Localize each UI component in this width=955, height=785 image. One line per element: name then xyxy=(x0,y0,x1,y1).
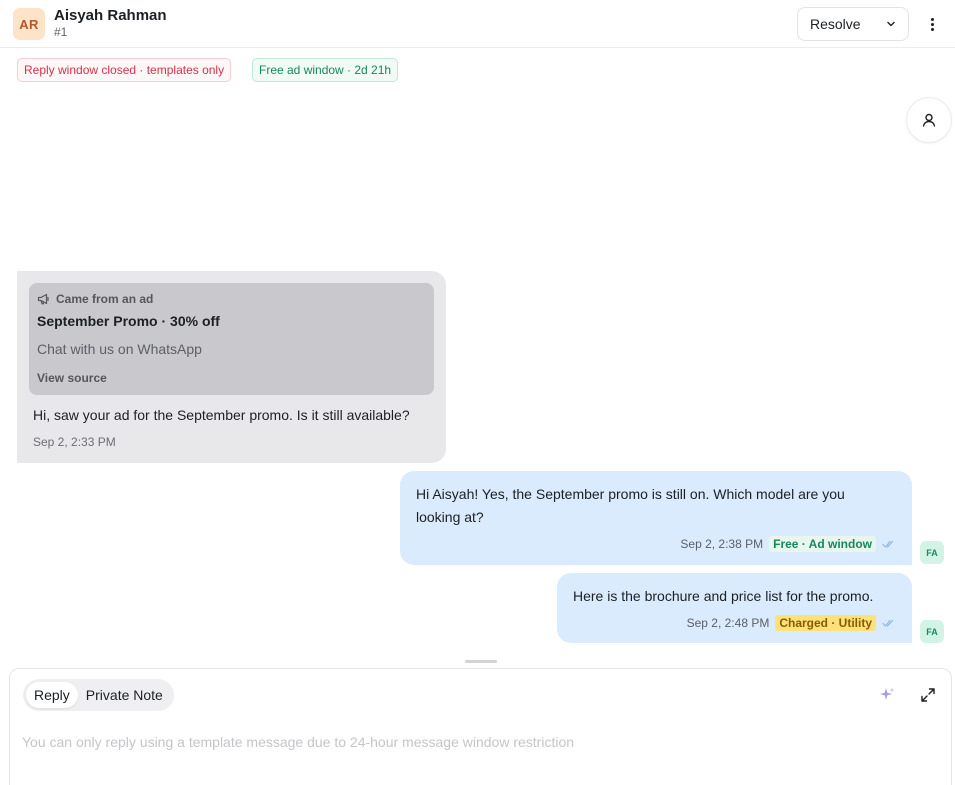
outgoing-message-text: Hi Aisyah! Yes, the September promo is s… xyxy=(416,486,845,525)
incoming-message-time: Sep 2, 2:33 PM xyxy=(33,435,116,449)
reply-mode-toggle: Reply Private Note xyxy=(23,679,174,711)
chevron-down-icon[interactable] xyxy=(885,18,897,30)
message-time: Sep 2, 2:38 PM xyxy=(680,537,764,551)
outgoing-message-text: Here is the brochure and price list for … xyxy=(573,588,874,604)
expand-icon[interactable] xyxy=(919,686,937,704)
resolve-label: Resolve xyxy=(810,16,861,32)
conversation-id: #1 xyxy=(54,25,68,39)
outgoing-message: Hi Aisyah! Yes, the September promo is s… xyxy=(400,471,912,565)
billing-tag: Free · Ad window xyxy=(769,536,876,552)
message-input[interactable] xyxy=(22,731,922,753)
contact-name[interactable]: Aisyah Rahman xyxy=(54,7,167,24)
ad-subtitle: Chat with us on WhatsApp xyxy=(37,341,202,357)
view-source-link[interactable]: View source xyxy=(37,371,107,385)
outgoing-message: Here is the brochure and price list for … xyxy=(557,573,912,643)
ad-title: September Promo · 30% off xyxy=(37,313,220,329)
more-options-icon[interactable] xyxy=(924,14,940,34)
composer-resize-handle[interactable] xyxy=(465,660,497,663)
double-check-icon xyxy=(882,619,894,627)
tab-private-note[interactable]: Private Note xyxy=(78,682,171,708)
incoming-message: Came from an ad September Promo · 30% of… xyxy=(17,271,446,463)
tab-reply[interactable]: Reply xyxy=(26,682,78,708)
message-meta: Sep 2, 2:38 PM Free · Ad window xyxy=(680,536,896,552)
ad-window-badge: Free ad window · 2d 21h xyxy=(252,58,399,82)
ad-label-text: Came from an ad xyxy=(56,292,154,306)
incoming-message-text: Hi, saw your ad for the September promo.… xyxy=(33,407,410,423)
message-time: Sep 2, 2:48 PM xyxy=(686,616,770,630)
agent-avatar[interactable]: FA xyxy=(920,620,944,643)
ai-sparkle-icon[interactable] xyxy=(878,686,896,704)
ad-referral-label: Came from an ad xyxy=(37,292,153,306)
megaphone-icon xyxy=(37,293,49,305)
ad-referral-card: Came from an ad September Promo · 30% of… xyxy=(29,283,434,395)
double-check-icon xyxy=(882,540,894,548)
conversation-header: AR Aisyah Rahman #1 Resolve xyxy=(0,0,955,48)
contact-panel-button[interactable] xyxy=(906,97,952,143)
message-meta: Sep 2, 2:48 PM Charged · Utility xyxy=(687,615,896,631)
reply-composer: Reply Private Note xyxy=(9,668,952,785)
user-icon xyxy=(922,113,936,127)
agent-avatar[interactable]: FA xyxy=(920,541,944,564)
contact-avatar[interactable]: AR xyxy=(13,8,45,40)
resolve-button[interactable]: Resolve xyxy=(797,7,909,41)
billing-tag: Charged · Utility xyxy=(775,615,876,631)
reply-window-badge: Reply window closed · templates only xyxy=(17,58,232,82)
